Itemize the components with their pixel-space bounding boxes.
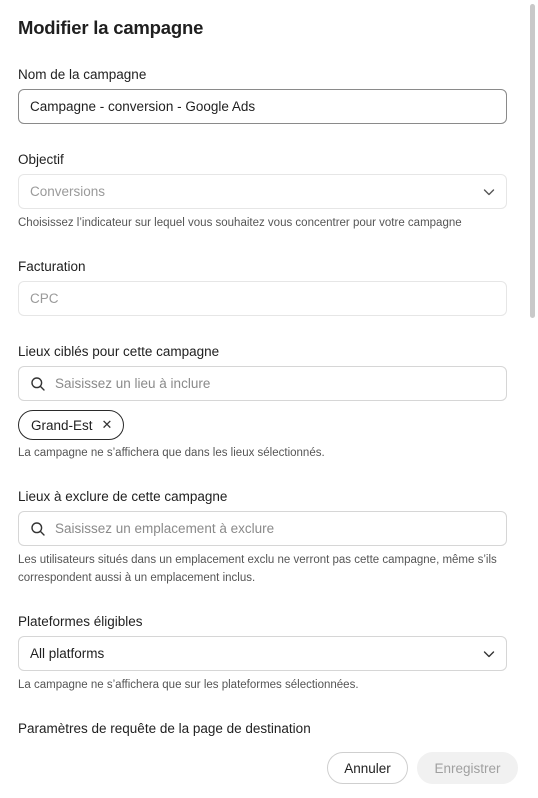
platforms-help: La campagne ne s’affichera que sur les p… [18,679,359,691]
search-icon [30,521,46,537]
dialog-title: Modifier la campagne [18,17,204,38]
objective-help: Choisissez l’indicateur sur lequel vous … [18,217,462,229]
scrollbar[interactable] [526,0,538,736]
close-icon[interactable]: ✕ [102,417,113,433]
dialog-content: Modifier la campagne Nom de la campagne … [0,0,526,736]
include-locations-label: Lieux ciblés pour cette campagne [18,344,220,359]
billing-value: CPC [30,291,59,306]
include-locations-help: La campagne ne s’affichera que dans les … [18,447,325,459]
cancel-button[interactable]: Annuler [327,752,408,784]
search-icon [30,376,46,392]
exclude-locations-help: Les utilisateurs situés dans un emplacem… [18,554,497,584]
scrollbar-thumb[interactable] [530,4,535,318]
chevron-down-icon [482,647,496,661]
exclude-location-placeholder: Saisissez un emplacement à exclure [55,521,275,536]
objective-label: Objectif [18,152,64,167]
exclude-locations-label: Lieux à exclure de cette campagne [18,489,228,504]
billing-label: Facturation [18,259,86,274]
edit-campaign-dialog: Modifier la campagne Nom de la campagne … [0,0,538,798]
billing-field: CPC [18,281,507,316]
chevron-down-icon [482,185,496,199]
landing-params-label: Paramètres de requête de la page de dest… [18,721,311,736]
platforms-value: All platforms [30,646,105,661]
platforms-label: Plateformes éligibles [18,614,143,629]
campaign-name-field[interactable]: Campagne - conversion - Google Ads [18,89,507,124]
save-button[interactable]: Enregistrer [417,752,518,784]
campaign-name-value: Campagne - conversion - Google Ads [30,99,256,114]
include-location-placeholder: Saisissez un lieu à inclure [55,376,211,391]
exclude-location-search-input[interactable]: Saisissez un emplacement à exclure [18,511,507,546]
objective-value: Conversions [30,184,106,199]
include-location-search-input[interactable]: Saisissez un lieu à inclure [18,366,507,401]
location-chip-grand-est: Grand-Est ✕ [18,410,125,440]
campaign-name-label: Nom de la campagne [18,67,147,82]
platforms-select[interactable]: All platforms [18,636,507,671]
chip-label: Grand-Est [31,417,93,433]
objective-select[interactable]: Conversions [18,174,507,209]
